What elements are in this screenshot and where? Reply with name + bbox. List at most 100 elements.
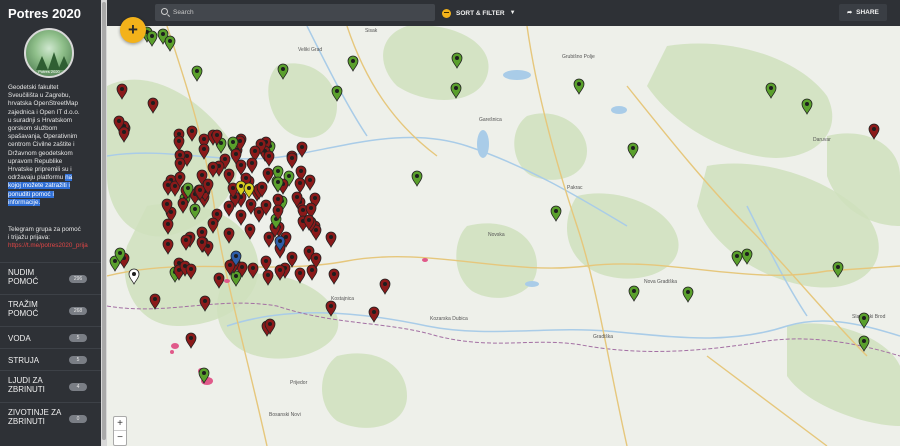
help-request-marker[interactable] xyxy=(294,177,306,194)
category-label: ZBRINUTI xyxy=(8,417,45,426)
help-offer-marker[interactable] xyxy=(164,35,176,52)
category-tra-im-pomo-[interactable]: TRAŽIM POMOĆ 268 xyxy=(0,294,101,326)
help-request-marker-dot xyxy=(178,161,182,165)
help-request-marker-dot xyxy=(177,139,181,143)
help-offer-marker-shape xyxy=(347,55,359,72)
help-offer-marker-dot xyxy=(415,174,419,178)
help-request-marker[interactable] xyxy=(379,278,391,295)
category-ljudi-za-zbrinuti[interactable]: LJUDI ZA ZBRINUTI 4 xyxy=(0,370,101,402)
help-offer-marker[interactable] xyxy=(627,142,639,159)
help-request-marker-dot xyxy=(301,208,305,212)
help-request-marker[interactable] xyxy=(294,267,306,284)
category-struja[interactable]: STRUJA 5 xyxy=(0,348,101,370)
help-offer-marker-dot xyxy=(735,254,739,258)
help-request-marker[interactable] xyxy=(263,150,275,167)
help-offer-marker-dot xyxy=(554,209,558,213)
sort-filter-label: SORT & FILTER xyxy=(456,9,505,17)
help-request-marker[interactable] xyxy=(868,123,880,140)
help-request-marker-shape xyxy=(294,177,306,194)
zoom-control[interactable]: + − xyxy=(113,416,127,446)
category-label: ZBRINUTI xyxy=(8,385,45,394)
help-request-marker[interactable] xyxy=(262,167,274,184)
help-request-marker-dot xyxy=(231,140,235,144)
help-offer-marker[interactable] xyxy=(191,65,203,82)
scrollbar-thumb[interactable] xyxy=(102,2,106,440)
help-request-marker-shape xyxy=(328,268,340,285)
sort-filter-button[interactable]: SORT & FILTER ▼ xyxy=(442,6,516,20)
help-offer-marker-dot xyxy=(118,251,122,255)
help-offer-marker-dot xyxy=(805,102,809,106)
help-request-marker-dot xyxy=(178,153,182,157)
help-offer-marker-dot xyxy=(745,252,749,256)
help-request-marker[interactable] xyxy=(223,200,235,217)
help-request-marker-shape xyxy=(296,141,308,158)
place-label-daruvar: Daruvar xyxy=(813,137,831,143)
category-voda[interactable]: VODA 5 xyxy=(0,326,101,348)
category-label: POMOĆ xyxy=(8,309,39,318)
help-offer-marker[interactable] xyxy=(146,30,158,47)
help-offer-marker[interactable] xyxy=(573,78,585,95)
help-request-marker-shape xyxy=(262,167,274,184)
map-svg[interactable]: Sisak Veliki Grad Grubišno Polje Garešnica P… xyxy=(107,26,900,446)
selected-marker-dot xyxy=(239,184,243,188)
help-request-marker-dot xyxy=(299,169,303,173)
search-box[interactable] xyxy=(155,4,435,21)
description-line: Državnom geodetskom xyxy=(8,149,73,157)
add-report-button[interactable]: + xyxy=(120,17,146,43)
category-zivotinje-za-zbrinuti[interactable]: ZIVOTINJE ZA ZBRINUTI 0 xyxy=(0,402,101,434)
help-request-marker-dot xyxy=(290,156,294,160)
help-request-marker[interactable] xyxy=(328,268,340,285)
place-label-bosanski-novi: Bosanski Novi xyxy=(269,412,301,418)
place-label-gradiska: Gradiška xyxy=(593,334,613,340)
help-request-marker[interactable] xyxy=(235,159,247,176)
map-canvas[interactable]: Sisak Veliki Grad Grubišno Polje Garešnica P… xyxy=(107,26,900,446)
help-offer-marker[interactable] xyxy=(731,250,743,267)
help-request-marker[interactable] xyxy=(296,141,308,158)
app-root: Potres 2020 Potres 2020 Geodetski fakult… xyxy=(0,0,900,446)
help-request-marker-dot xyxy=(189,336,193,340)
help-offer-marker-dot xyxy=(686,290,690,294)
place-label-kostajnica: Kostajnica xyxy=(331,296,354,302)
help-request-marker[interactable] xyxy=(286,152,298,169)
help-offer-marker-shape xyxy=(573,78,585,95)
help-offer-marker[interactable] xyxy=(682,286,694,303)
help-request-marker-dot xyxy=(215,212,219,216)
help-request-marker[interactable] xyxy=(325,231,337,248)
help-request-marker[interactable] xyxy=(235,209,247,226)
description-line: Hrvatske pripremili su i xyxy=(8,166,72,174)
help-request-marker[interactable] xyxy=(260,255,272,272)
zoom-in-button[interactable]: + xyxy=(114,417,126,431)
help-request-marker[interactable] xyxy=(304,174,316,191)
help-offer-marker-dot xyxy=(195,69,199,73)
help-offer-marker[interactable] xyxy=(628,285,640,302)
zoom-out-button[interactable]: − xyxy=(114,431,126,445)
help-offer-marker[interactable] xyxy=(411,170,423,187)
description-line: zajednica i Open IT d.o.o. xyxy=(8,108,80,116)
share-button[interactable]: ➦ SHARE xyxy=(839,4,887,21)
category-nudim-pomo-[interactable]: NUDIM POMOĆ 296 xyxy=(0,262,101,294)
help-request-marker[interactable] xyxy=(246,157,258,174)
help-request-marker-shape xyxy=(235,209,247,226)
help-request-marker-dot xyxy=(234,274,238,278)
description-line: informacije. xyxy=(8,198,100,207)
help-offer-marker[interactable] xyxy=(347,55,359,72)
help-request-marker-dot xyxy=(267,154,271,158)
help-offer-marker[interactable] xyxy=(550,205,562,222)
help-offer-marker-dot xyxy=(161,32,165,36)
help-request-marker[interactable] xyxy=(368,306,380,323)
search-input[interactable] xyxy=(173,4,423,21)
help-request-marker-dot xyxy=(200,240,204,244)
telegram-link[interactable]: https://t.me/potres2020_prija xyxy=(8,242,100,250)
telegram-info: Telegram grupa za pomoć i trijažu prijava… xyxy=(8,226,100,251)
help-offer-marker-dot xyxy=(454,86,458,90)
project-logo[interactable]: Potres 2020 xyxy=(24,28,74,78)
help-request-marker-dot xyxy=(215,133,219,137)
help-request-marker-dot xyxy=(250,161,254,165)
help-request-marker-dot xyxy=(151,101,155,105)
help-request-marker[interactable] xyxy=(185,332,197,349)
help-request-marker-dot xyxy=(117,119,121,123)
help-request-marker-dot xyxy=(310,268,314,272)
help-request-marker[interactable] xyxy=(263,231,275,248)
description-line: spašavanja, Operativnim xyxy=(8,133,78,141)
description-line: održavaju platformu na xyxy=(8,174,100,182)
